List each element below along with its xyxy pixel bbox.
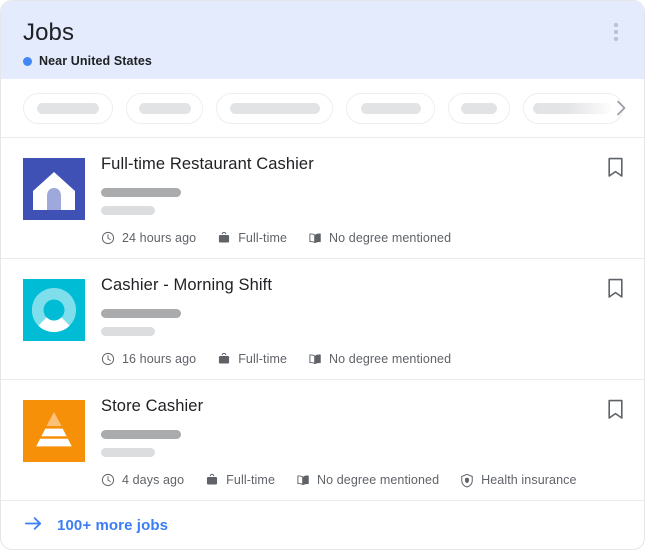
meta-posted-time: 4 days ago xyxy=(101,473,184,487)
meta-label: 24 hours ago xyxy=(122,231,196,245)
meta-education: No degree mentioned xyxy=(308,231,451,245)
meta-posted-time: 16 hours ago xyxy=(101,352,196,366)
chip-placeholder-bar xyxy=(230,103,320,114)
job-meta-row: 24 hours ago Full-time xyxy=(101,231,622,245)
bookmark-icon[interactable] xyxy=(604,155,626,179)
chip-placeholder-bar xyxy=(533,103,613,114)
meta-label: 4 days ago xyxy=(122,473,184,487)
job-card[interactable]: Cashier - Morning Shift 16 hours ago xyxy=(1,259,644,380)
meta-label: Full-time xyxy=(238,352,287,366)
clock-icon xyxy=(101,473,115,487)
briefcase-icon xyxy=(217,352,231,366)
meta-education: No degree mentioned xyxy=(308,352,451,366)
location-row: Near United States xyxy=(23,54,622,68)
jobs-widget: Jobs Near United States xyxy=(0,0,645,550)
job-body: Full-time Restaurant Cashier 24 hours ag… xyxy=(85,153,622,245)
job-card[interactable]: Full-time Restaurant Cashier 24 hours ag… xyxy=(1,138,644,259)
more-jobs-label: 100+ more jobs xyxy=(57,517,168,534)
donut-logo xyxy=(23,279,85,341)
widget-header: Jobs Near United States xyxy=(1,1,644,79)
meta-benefit: Health insurance xyxy=(460,473,576,487)
more-jobs-link[interactable]: 100+ more jobs xyxy=(1,501,644,550)
chip-placeholder-bar xyxy=(139,103,191,114)
meta-label: Health insurance xyxy=(481,473,576,487)
filter-chip[interactable] xyxy=(346,93,435,124)
company-placeholder-bar xyxy=(101,430,181,439)
house-logo xyxy=(23,158,85,220)
job-card[interactable]: Store Cashier 4 days ago xyxy=(1,380,644,501)
filter-chips-row xyxy=(1,79,644,138)
meta-label: 16 hours ago xyxy=(122,352,196,366)
filter-chip[interactable] xyxy=(23,93,113,124)
job-body: Cashier - Morning Shift 16 hours ago xyxy=(85,274,622,366)
book-icon xyxy=(308,231,322,245)
job-title: Cashier - Morning Shift xyxy=(101,275,622,296)
meta-employment-type: Full-time xyxy=(217,352,287,366)
clock-icon xyxy=(101,352,115,366)
bookmark-icon[interactable] xyxy=(604,397,626,421)
meta-label: No degree mentioned xyxy=(329,231,451,245)
meta-label: Full-time xyxy=(238,231,287,245)
location-label: Near United States xyxy=(39,54,152,68)
location-placeholder-bar xyxy=(101,448,155,457)
chip-placeholder-bar xyxy=(37,103,99,114)
bookmark-icon[interactable] xyxy=(604,276,626,300)
location-placeholder-bar xyxy=(101,327,155,336)
meta-employment-type: Full-time xyxy=(217,231,287,245)
job-title: Full-time Restaurant Cashier xyxy=(101,154,622,175)
job-meta-row: 16 hours ago Full-time xyxy=(101,352,622,366)
pyramid-logo xyxy=(23,400,85,462)
meta-label: No degree mentioned xyxy=(329,352,451,366)
clock-icon xyxy=(101,231,115,245)
meta-label: No degree mentioned xyxy=(317,473,439,487)
filter-chip[interactable] xyxy=(216,93,333,124)
company-placeholder-bar xyxy=(101,309,181,318)
job-meta-row: 4 days ago Full-time xyxy=(101,473,622,487)
briefcase-icon xyxy=(205,473,219,487)
job-title: Store Cashier xyxy=(101,396,622,417)
book-icon xyxy=(296,473,310,487)
job-list: Full-time Restaurant Cashier 24 hours ag… xyxy=(1,138,644,501)
arrow-right-icon xyxy=(23,513,44,539)
book-icon xyxy=(308,352,322,366)
chip-placeholder-bar xyxy=(461,103,497,114)
job-body: Store Cashier 4 days ago xyxy=(85,395,622,487)
filter-chip[interactable] xyxy=(126,93,203,124)
location-placeholder-bar xyxy=(101,206,155,215)
chip-placeholder-bar xyxy=(361,103,421,114)
shield-icon xyxy=(460,473,474,487)
company-placeholder-bar xyxy=(101,188,181,197)
meta-posted-time: 24 hours ago xyxy=(101,231,196,245)
more-vert-icon[interactable] xyxy=(604,19,628,45)
briefcase-icon xyxy=(217,231,231,245)
meta-label: Full-time xyxy=(226,473,275,487)
page-title: Jobs xyxy=(23,19,622,47)
meta-employment-type: Full-time xyxy=(205,473,275,487)
filter-chip[interactable] xyxy=(448,93,510,124)
location-dot-icon xyxy=(23,57,32,66)
chevron-right-icon[interactable] xyxy=(608,95,634,121)
meta-education: No degree mentioned xyxy=(296,473,439,487)
